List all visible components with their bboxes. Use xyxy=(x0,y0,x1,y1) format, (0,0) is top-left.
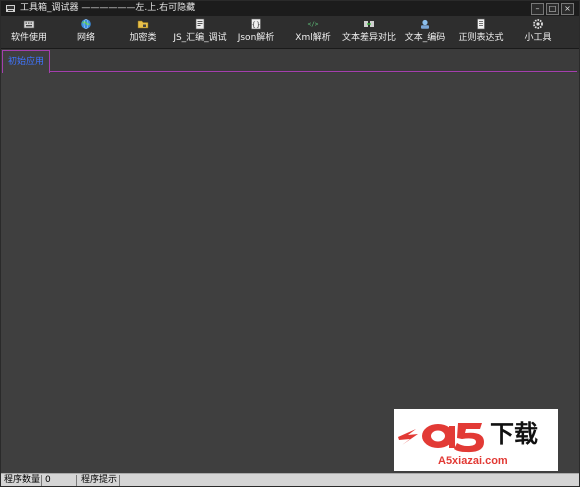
toolbar-button-label: 网络 xyxy=(76,33,95,43)
svg-text:{}: {} xyxy=(252,21,261,29)
status-count-label: 程序数量 xyxy=(4,475,41,485)
toolbar-button-label: 小工具 xyxy=(524,33,552,43)
braces-icon: {} xyxy=(251,18,261,30)
tab-initial-apps[interactable]: 初始应用 xyxy=(2,50,50,73)
gear-icon xyxy=(533,19,543,29)
document-icon xyxy=(477,18,485,30)
svg-text:</>: </> xyxy=(308,21,319,28)
title-bar[interactable]: 工具箱_调试器 ——————左.上.右可隐藏 – □ × xyxy=(1,1,579,16)
toolbar-button-small-tools[interactable]: 小工具 xyxy=(522,18,554,46)
script-icon xyxy=(195,18,205,30)
status-divider xyxy=(76,475,77,486)
watermark: 下载 A5xiazai.com xyxy=(394,409,558,471)
toolbar-button-label: 软件使用 xyxy=(10,33,47,43)
toolbar-button-js-asm-debug[interactable]: JS_汇编_调试 xyxy=(171,18,229,46)
toolbar-button-software-usage[interactable]: 软件使用 xyxy=(9,18,49,46)
toolbar-button-label: 文本_编码 xyxy=(404,33,446,43)
toolbar-button-network[interactable]: 网络 xyxy=(73,18,99,46)
tab-label: 初始应用 xyxy=(8,57,45,67)
toolbar-button-label: JS_汇编_调试 xyxy=(173,33,227,43)
toolbar-button-encryption[interactable]: 加密类 xyxy=(128,18,158,46)
tab-strip: 初始应用 xyxy=(1,49,579,73)
folder-lock-icon xyxy=(137,20,149,29)
watermark-logo xyxy=(398,423,484,453)
toolbar-button-regex[interactable]: 正则表达式 xyxy=(458,18,504,46)
status-bar: 程序数量 0 程序提示 xyxy=(1,473,579,486)
window-title: 工具箱_调试器 ——————左.上.右可隐藏 xyxy=(20,3,196,13)
toolbar-button-label: 加密类 xyxy=(129,33,157,43)
close-button[interactable]: × xyxy=(561,3,574,15)
status-count-value: 0 xyxy=(45,475,51,485)
tab-divider xyxy=(49,71,577,72)
app-window: 工具箱_调试器 ——————左.上.右可隐藏 – □ × 软件使用 网络 加密类… xyxy=(0,0,580,487)
encoding-icon xyxy=(421,19,429,29)
toolbar-button-json-parse[interactable]: {} Json解析 xyxy=(236,18,276,46)
main-toolbar: 软件使用 网络 加密类 JS_汇编_调试 {} Json解析 </> Xml解析… xyxy=(1,16,579,49)
globe-icon xyxy=(81,18,91,30)
app-icon xyxy=(6,5,15,12)
watermark-brand: 下载 xyxy=(490,420,538,448)
status-divider xyxy=(119,475,120,486)
status-hint-label: 程序提示 xyxy=(81,475,118,485)
toolbar-button-text-encoding[interactable]: 文本_编码 xyxy=(404,18,446,46)
toolbar-button-label: Json解析 xyxy=(237,33,275,43)
compare-icon xyxy=(364,21,374,27)
toolbar-button-xml-parse[interactable]: </> Xml解析 xyxy=(295,18,331,46)
xml-icon: </> xyxy=(308,21,319,28)
status-divider xyxy=(41,475,42,486)
toolbar-button-text-diff[interactable]: 文本差异对比 xyxy=(342,18,396,46)
toolbar-button-label: 文本差异对比 xyxy=(342,33,397,43)
minimize-button[interactable]: – xyxy=(531,3,544,15)
toolbar-button-label: Xml解析 xyxy=(295,33,331,43)
keyboard-icon xyxy=(23,20,35,29)
watermark-domain: A5xiazai.com xyxy=(438,455,508,467)
maximize-button[interactable]: □ xyxy=(546,3,559,15)
toolbar-button-label: 正则表达式 xyxy=(458,33,504,43)
